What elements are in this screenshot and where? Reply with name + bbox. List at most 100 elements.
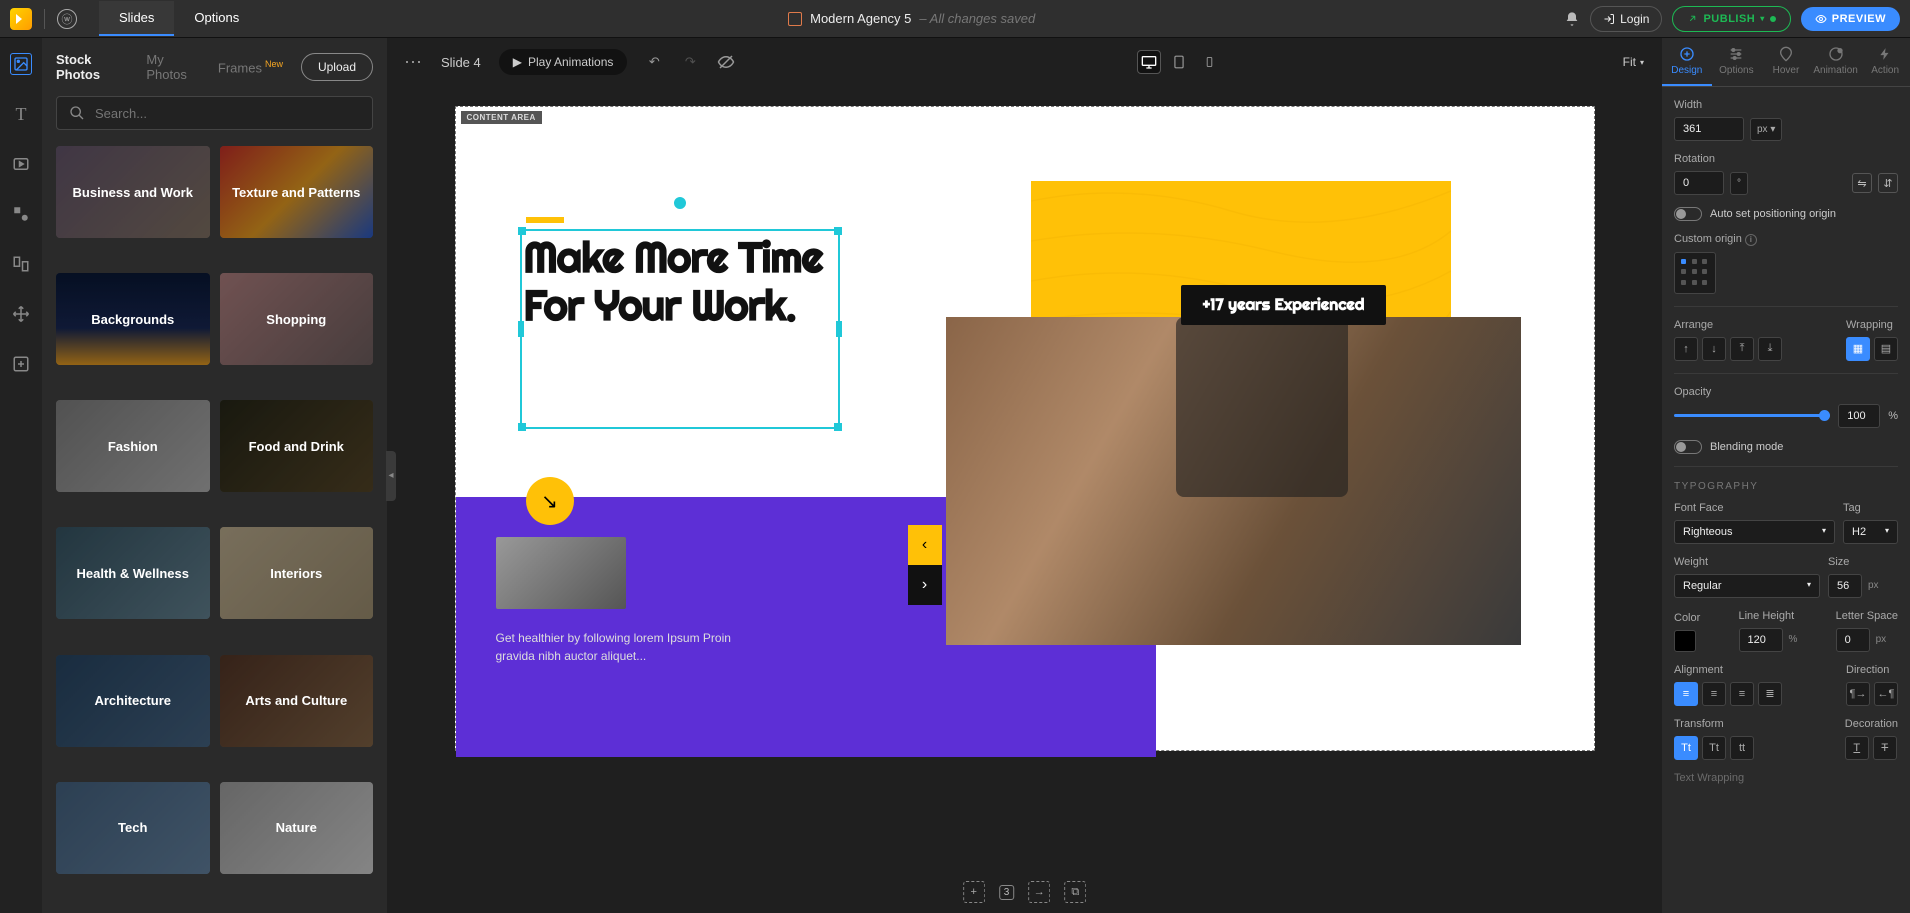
visibility-icon[interactable]	[717, 53, 735, 71]
selected-heading-element[interactable]: Make More Time For Your Work.	[520, 229, 840, 429]
transform-none-icon[interactable]: Tt	[1674, 736, 1698, 760]
width-input[interactable]	[1674, 117, 1744, 141]
blending-row[interactable]: Blending mode	[1674, 440, 1898, 454]
align-justify-icon[interactable]: ≣	[1758, 682, 1782, 706]
next-slide-icon[interactable]: →	[1028, 881, 1050, 903]
device-tablet-icon[interactable]	[1167, 50, 1191, 74]
scroll-down-button[interactable]: ↘	[526, 477, 574, 525]
upload-button[interactable]: Upload	[301, 53, 373, 81]
carousel-next[interactable]: ›	[908, 565, 942, 605]
tag-select[interactable]: H2 ▾	[1843, 520, 1898, 544]
origin-grid[interactable]	[1674, 252, 1716, 294]
resize-handle-tl[interactable]	[518, 227, 526, 235]
category-food[interactable]: Food and Drink	[220, 400, 374, 492]
rotate-handle[interactable]	[674, 197, 686, 209]
send-backward-icon[interactable]: ⤓	[1758, 337, 1782, 361]
category-texture[interactable]: Texture and Patterns	[220, 146, 374, 238]
direction-rtl-icon[interactable]: ←¶	[1874, 682, 1898, 706]
caption-text[interactable]: Get healthier by following lorem Ipsum P…	[496, 629, 736, 665]
notifications-icon[interactable]	[1564, 11, 1580, 27]
category-backgrounds[interactable]: Backgrounds	[56, 273, 210, 365]
letter-space-input[interactable]	[1836, 628, 1870, 652]
rail-video-icon[interactable]	[10, 153, 32, 175]
font-face-select[interactable]: Righteous ▾	[1674, 520, 1835, 544]
resize-handle-bl[interactable]	[518, 423, 526, 431]
transform-lowercase-icon[interactable]: tt	[1730, 736, 1754, 760]
category-arts[interactable]: Arts and Culture	[220, 655, 374, 747]
align-center-icon[interactable]: ≡	[1702, 682, 1726, 706]
zoom-fit-selector[interactable]: Fit▾	[1623, 55, 1644, 69]
app-logo-icon[interactable]	[10, 8, 32, 30]
category-business[interactable]: Business and Work	[56, 146, 210, 238]
rail-components-icon[interactable]	[10, 253, 32, 275]
category-nature[interactable]: Nature	[220, 782, 374, 874]
direction-ltr-icon[interactable]: ¶→	[1846, 682, 1870, 706]
hero-image[interactable]	[946, 317, 1521, 645]
tab-options[interactable]: Options	[174, 1, 259, 36]
slide-canvas[interactable]: CONTENT AREA +17 years Experienced Get h…	[455, 106, 1595, 751]
canvas-scroll[interactable]: CONTENT AREA +17 years Experienced Get h…	[387, 86, 1662, 913]
category-tech[interactable]: Tech	[56, 782, 210, 874]
tab-slides[interactable]: Slides	[99, 1, 174, 36]
search-input[interactable]	[95, 106, 360, 121]
auto-origin-toggle[interactable]	[1674, 207, 1702, 221]
category-shopping[interactable]: Shopping	[220, 273, 374, 365]
align-right-icon[interactable]: ≡	[1730, 682, 1754, 706]
strikethrough-icon[interactable]: T	[1873, 736, 1897, 760]
rail-shapes-icon[interactable]	[10, 203, 32, 225]
wrap-around-icon[interactable]: ▤	[1874, 337, 1898, 361]
send-back-icon[interactable]: ↓	[1702, 337, 1726, 361]
search-box[interactable]	[56, 96, 373, 130]
underline-icon[interactable]: T	[1845, 736, 1869, 760]
tab-frames[interactable]: FramesNew	[218, 59, 283, 75]
rp-tab-options[interactable]: Options	[1712, 38, 1762, 86]
rail-image-icon[interactable]	[10, 53, 32, 75]
opacity-slider[interactable]	[1674, 414, 1830, 417]
auto-origin-row[interactable]: Auto set positioning origin	[1674, 207, 1898, 221]
rail-text-icon[interactable]: T	[10, 103, 32, 125]
caption-thumbnail[interactable]	[496, 537, 626, 609]
category-architecture[interactable]: Architecture	[56, 655, 210, 747]
device-mobile-icon[interactable]	[1197, 50, 1221, 74]
rail-add-icon[interactable]	[10, 353, 32, 375]
rp-tab-action[interactable]: Action	[1860, 38, 1910, 86]
category-interiors[interactable]: Interiors	[220, 527, 374, 619]
add-slide-icon[interactable]: +	[963, 881, 985, 903]
tab-my-photos[interactable]: My Photos	[146, 52, 200, 82]
preview-button[interactable]: PREVIEW	[1801, 7, 1900, 31]
flip-vertical-icon[interactable]: ⇵	[1878, 173, 1898, 193]
publish-button[interactable]: PUBLISH ▾	[1672, 6, 1790, 32]
flip-horizontal-icon[interactable]: ⇋	[1852, 173, 1872, 193]
tab-stock-photos[interactable]: Stock Photos	[56, 52, 128, 82]
bring-forward-icon[interactable]: ⤒	[1730, 337, 1754, 361]
resize-handle-br[interactable]	[834, 423, 842, 431]
opacity-input[interactable]	[1838, 404, 1880, 428]
rp-tab-design[interactable]: Design	[1662, 38, 1712, 86]
carousel-prev[interactable]: ‹	[908, 525, 942, 565]
duplicate-slide-icon[interactable]: ⧉	[1064, 881, 1086, 903]
weight-select[interactable]: Regular ▾	[1674, 574, 1820, 598]
resize-handle-l[interactable]	[518, 321, 524, 337]
align-left-icon[interactable]: ≡	[1674, 682, 1698, 706]
rotation-input[interactable]	[1674, 171, 1724, 195]
resize-handle-r[interactable]	[836, 321, 842, 337]
slide-count-badge[interactable]: 3	[999, 885, 1015, 900]
rotation-stepper[interactable]: °	[1730, 172, 1748, 195]
accent-bar[interactable]	[526, 217, 564, 223]
undo-icon[interactable]: ↶	[645, 53, 663, 71]
rp-tab-hover[interactable]: Hover	[1761, 38, 1811, 86]
color-swatch[interactable]	[1674, 630, 1696, 652]
resize-handle-tr[interactable]	[834, 227, 842, 235]
category-health[interactable]: Health & Wellness	[56, 527, 210, 619]
play-animations-button[interactable]: ▶ Play Animations	[499, 49, 628, 75]
width-unit[interactable]: px ▾	[1750, 118, 1782, 141]
collapse-left-panel[interactable]: ◂	[386, 451, 396, 501]
document-title[interactable]: Modern Agency 5	[810, 11, 911, 26]
more-menu-icon[interactable]: ⋯	[405, 53, 423, 71]
line-height-input[interactable]	[1739, 628, 1783, 652]
wordpress-icon[interactable]: ⓦ	[57, 9, 77, 29]
login-button[interactable]: Login	[1590, 6, 1662, 32]
wrap-none-icon[interactable]: ▦	[1846, 337, 1870, 361]
redo-icon[interactable]: ↷	[681, 53, 699, 71]
experience-badge[interactable]: +17 years Experienced	[1181, 285, 1387, 325]
